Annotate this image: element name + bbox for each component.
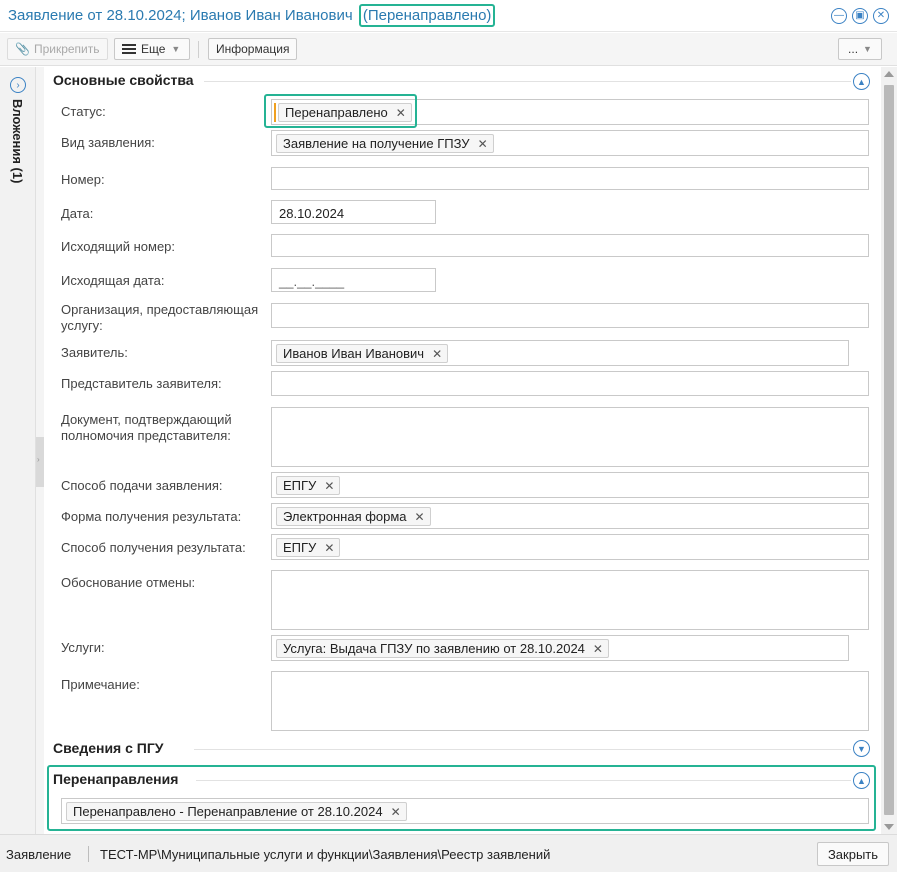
paperclip-icon: 📎 xyxy=(15,42,30,56)
org-input[interactable] xyxy=(271,303,869,328)
info-button-label: Информация xyxy=(216,42,290,56)
menu-icon xyxy=(122,42,136,56)
kind-tag: Заявление на получение ГПЗУ ✕ xyxy=(276,134,494,153)
status-bar: Заявление ТЕСТ-МР\Муниципальные услуги и… xyxy=(0,834,897,872)
info-button[interactable]: Информация xyxy=(208,38,298,60)
overflow-label: ... xyxy=(848,42,859,56)
org-label: Организация, предоставляющая услугу: xyxy=(61,302,259,333)
collapse-main-icon[interactable]: ▲ xyxy=(853,73,870,90)
result-form-tag-text: Электронная форма xyxy=(283,509,407,524)
window-title-status: (Перенаправлено) xyxy=(358,4,496,27)
services-tag-text: Услуга: Выдача ГПЗУ по заявлению от 28.1… xyxy=(283,641,585,656)
out-number-input[interactable] xyxy=(271,234,869,257)
expand-pgu-icon[interactable]: ▼ xyxy=(853,740,870,757)
applicant-field[interactable]: Иванов Иван Иванович ✕ xyxy=(271,340,849,366)
date-value: 28.10.2024 xyxy=(279,206,345,221)
window-title-text: Заявление от 28.10.2024; Иванов Иван Ива… xyxy=(8,7,353,24)
result-method-label: Способ получения результата: xyxy=(61,540,246,555)
more-button-label: Еще xyxy=(141,42,166,56)
out-date-label: Исходящая дата: xyxy=(61,273,165,288)
rep-input[interactable] xyxy=(271,371,869,396)
maximize-icon[interactable]: ▣ xyxy=(852,8,868,24)
scroll-up-icon[interactable] xyxy=(884,71,894,77)
submit-label: Способ подачи заявления: xyxy=(61,478,223,493)
out-date-input[interactable]: __.__.____ xyxy=(271,268,436,292)
date-label: Дата: xyxy=(61,206,94,221)
cancel-reason-label: Обоснование отмены: xyxy=(61,575,196,590)
services-tag: Услуга: Выдача ГПЗУ по заявлению от 28.1… xyxy=(276,639,609,658)
redirect-field[interactable]: Перенаправлено - Перенаправление от 28.1… xyxy=(61,798,869,824)
section-redirect-title: Перенаправления xyxy=(53,771,179,787)
remove-icon[interactable]: ✕ xyxy=(391,805,401,819)
note-label: Примечание: xyxy=(61,677,140,692)
services-label: Услуги: xyxy=(61,640,105,655)
panel-splitter[interactable]: › xyxy=(36,67,44,834)
window-title: Заявление от 28.10.2024; Иванов Иван Ива… xyxy=(8,4,496,27)
remove-icon[interactable]: ✕ xyxy=(593,642,603,656)
toolbar: 📎 Прикрепить Еще ▼ Информация ... ▼ xyxy=(0,33,897,66)
remove-icon[interactable]: ✕ xyxy=(432,347,442,361)
minimize-icon[interactable]: — xyxy=(831,8,847,24)
services-field[interactable]: Услуга: Выдача ГПЗУ по заявлению от 28.1… xyxy=(271,635,849,661)
number-input[interactable] xyxy=(271,167,869,190)
submit-field[interactable]: ЕПГУ ✕ xyxy=(271,472,869,498)
section-pgu-title: Сведения с ПГУ xyxy=(53,740,164,756)
result-form-tag: Электронная форма ✕ xyxy=(276,507,431,526)
remove-icon[interactable]: ✕ xyxy=(324,541,334,555)
window-titlebar: Заявление от 28.10.2024; Иванов Иван Ива… xyxy=(0,0,897,32)
date-input[interactable]: 28.10.2024 xyxy=(271,200,436,224)
vertical-scrollbar[interactable] xyxy=(881,67,897,834)
applicant-label: Заявитель: xyxy=(61,345,128,360)
applicant-tag: Иванов Иван Иванович ✕ xyxy=(276,344,449,363)
out-date-mask: __.__.____ xyxy=(279,274,345,289)
cancel-reason-textarea[interactable] xyxy=(271,570,869,630)
overflow-menu-button[interactable]: ... ▼ xyxy=(838,38,882,60)
remove-icon[interactable]: ✕ xyxy=(324,479,334,493)
redirect-tag-text: Перенаправлено - Перенаправление от 28.1… xyxy=(73,804,383,819)
scrollbar-thumb[interactable] xyxy=(884,85,894,815)
result-method-field[interactable]: ЕПГУ ✕ xyxy=(271,534,869,560)
section-main-title: Основные свойства xyxy=(53,72,194,88)
chevron-down-icon: ▼ xyxy=(171,44,181,54)
rep-label: Представитель заявителя: xyxy=(61,376,222,391)
close-icon[interactable]: ✕ xyxy=(873,8,889,24)
kind-tag-text: Заявление на получение ГПЗУ xyxy=(283,136,470,151)
status-label: Статус: xyxy=(61,104,106,119)
submit-tag-text: ЕПГУ xyxy=(283,478,317,493)
applicant-tag-text: Иванов Иван Иванович xyxy=(283,346,425,361)
attachments-tab-label: Вложения (1) xyxy=(10,99,25,184)
form-main: Основные свойства ▲ Статус: Перенаправле… xyxy=(44,67,881,834)
status-highlight xyxy=(264,94,417,128)
result-method-tag: ЕПГУ ✕ xyxy=(276,538,341,557)
more-button[interactable]: Еще ▼ xyxy=(114,38,190,60)
chevron-right-icon[interactable]: › xyxy=(10,77,26,93)
result-form-field[interactable]: Электронная форма ✕ xyxy=(271,503,869,529)
statusbar-object: Заявление xyxy=(6,847,72,862)
chevron-right-icon: › xyxy=(37,455,40,464)
statusbar-path: ТЕСТ-МР\Муниципальные услуги и функции\З… xyxy=(100,847,551,862)
remove-icon[interactable]: ✕ xyxy=(478,137,488,151)
chevron-down-icon: ▼ xyxy=(863,44,872,54)
rep-doc-label: Документ, подтверждающий полномочия пред… xyxy=(61,412,232,443)
rep-doc-textarea[interactable] xyxy=(271,407,869,467)
attachments-side-tab[interactable]: › Вложения (1) xyxy=(0,67,36,834)
result-form-label: Форма получения результата: xyxy=(61,509,242,524)
kind-field[interactable]: Заявление на получение ГПЗУ ✕ xyxy=(271,130,869,156)
number-label: Номер: xyxy=(61,172,105,187)
submit-tag: ЕПГУ ✕ xyxy=(276,476,341,495)
redirect-tag: Перенаправлено - Перенаправление от 28.1… xyxy=(66,802,407,821)
result-method-tag-text: ЕПГУ xyxy=(283,540,317,555)
kind-label: Вид заявления: xyxy=(61,135,155,150)
remove-icon[interactable]: ✕ xyxy=(415,510,425,524)
collapse-redirect-icon[interactable]: ▲ xyxy=(853,772,870,789)
close-button[interactable]: Закрыть xyxy=(817,842,889,866)
attach-button-label: Прикрепить xyxy=(33,42,100,56)
note-textarea[interactable] xyxy=(271,671,869,731)
scroll-down-icon[interactable] xyxy=(884,824,894,830)
attach-button[interactable]: 📎 Прикрепить xyxy=(7,38,108,60)
out-number-label: Исходящий номер: xyxy=(61,239,176,254)
